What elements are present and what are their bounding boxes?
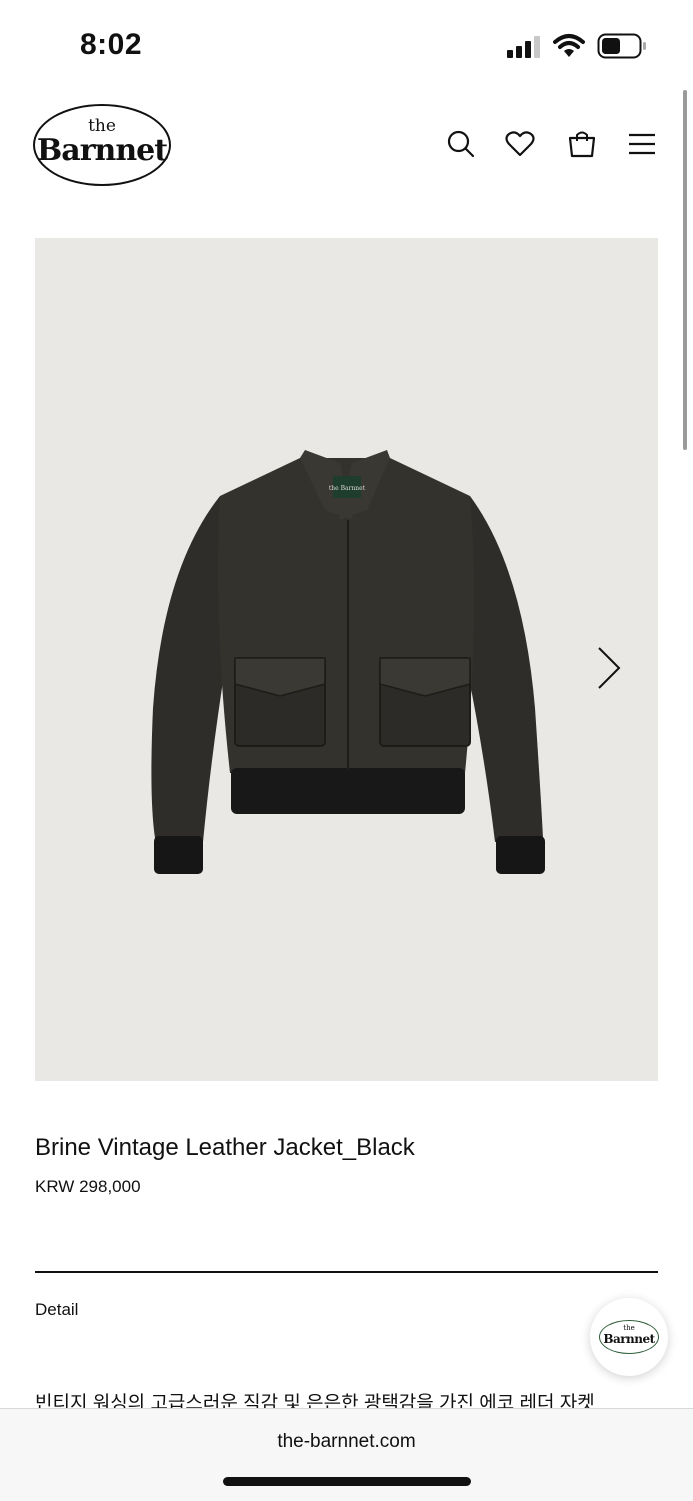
url-text[interactable]: the-barnnet.com [0,1431,693,1453]
next-image-arrow[interactable] [598,647,621,689]
status-time: 8:02 [80,28,143,61]
menu-icon[interactable] [622,124,662,164]
product-price: KRW 298,000 [35,1177,141,1196]
chat-badge-top-text: the [623,1324,635,1332]
chat-badge-name-text: Barnnet [603,1332,655,1346]
browser-address-bar[interactable]: the-barnnet.com [0,1408,693,1501]
jacket-illustration: the Barnnet [151,450,621,874]
search-icon[interactable] [441,124,481,164]
chat-button[interactable]: the Barnnet [590,1298,668,1376]
detail-tab[interactable]: Detail [35,1300,78,1320]
logo-name-text: Barnnet [36,133,168,168]
wifi-icon [553,33,585,64]
product-image[interactable]: the Barnnet [35,238,658,1081]
home-indicator[interactable] [223,1477,471,1486]
jacket-label-text: the Barnnet [329,485,366,492]
page-scrollbar[interactable] [683,90,687,450]
product-description: 빈티지 워싱의 고급스러운 직감 및 은은한 광택감을 가진 에코 레더 자켓 [35,1393,595,1410]
product-title: Brine Vintage Leather Jacket_Black [35,1134,415,1161]
heart-icon[interactable] [500,124,540,164]
brand-logo[interactable]: the Barnnet [33,104,171,186]
chat-badge-logo: the Barnnet [599,1320,659,1354]
section-divider [35,1271,658,1273]
signal-icon [507,36,541,58]
battery-icon [597,33,647,64]
bag-icon[interactable] [562,124,602,164]
